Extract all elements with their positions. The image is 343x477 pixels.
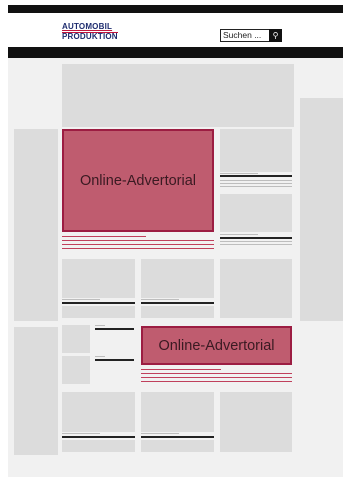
advertorial-primary-line	[62, 236, 146, 237]
teaser-line	[141, 299, 179, 300]
teaser-image	[220, 194, 292, 232]
teaser-image	[141, 259, 214, 298]
teaser-title-bar	[95, 359, 134, 361]
teaser-image	[62, 259, 135, 298]
teaser-title-bar	[95, 328, 134, 330]
teaser-title-bar	[220, 175, 292, 177]
advertorial-secondary-line	[141, 381, 292, 382]
teaser-image	[220, 392, 292, 452]
teaser-title-bar	[62, 302, 135, 304]
advertorial-secondary-line	[141, 369, 221, 370]
teaser-image	[141, 440, 214, 452]
teaser-line	[95, 325, 105, 326]
advertorial-secondary-line	[141, 377, 292, 378]
teaser-title-bar	[141, 436, 214, 438]
teaser-line	[141, 433, 179, 434]
left-skyscraper-placeholder	[14, 129, 58, 321]
teaser-line	[95, 356, 105, 357]
teaser-title-bar	[62, 436, 135, 438]
left-skyscraper-placeholder	[14, 327, 58, 455]
teaser-line	[220, 183, 292, 184]
advertorial-secondary[interactable]: Online-Advertorial	[141, 326, 292, 365]
teaser-title-bar	[141, 302, 214, 304]
teaser-line	[220, 186, 292, 187]
advertorial-primary-line	[62, 244, 214, 245]
teaser-line	[220, 241, 292, 242]
advertorial-primary-line	[62, 240, 214, 241]
advertorial-primary-label: Online-Advertorial	[79, 172, 197, 189]
teaser-line	[220, 180, 292, 181]
thumbnail-placeholder	[62, 325, 90, 353]
right-skyscraper-placeholder	[300, 98, 343, 321]
teaser-line	[62, 299, 100, 300]
teaser-image	[62, 306, 135, 318]
teaser-line	[220, 244, 292, 245]
teaser-image	[141, 306, 214, 318]
teaser-image	[62, 440, 135, 452]
teaser-line	[220, 173, 258, 174]
nav-bar	[8, 47, 343, 58]
search-icon[interactable]: ⚲	[269, 29, 282, 42]
search-box: Suchen ... ⚲	[220, 29, 282, 42]
header: AUTOMOBIL PRODUKTION Suchen ... ⚲	[8, 13, 343, 47]
teaser-image	[62, 392, 135, 432]
teaser-image	[141, 392, 214, 432]
advertorial-secondary-label: Online-Advertorial	[158, 337, 275, 354]
teaser-image	[220, 129, 292, 172]
logo-line-2: PRODUKTION	[62, 32, 118, 41]
advertorial-primary[interactable]: Online-Advertorial	[62, 129, 214, 232]
teaser-image	[220, 259, 292, 318]
top-bar	[8, 5, 343, 13]
teaser-line	[220, 234, 258, 235]
advertorial-secondary-line	[141, 373, 292, 374]
banner-placeholder	[62, 64, 294, 127]
search-input[interactable]: Suchen ...	[223, 30, 267, 41]
teaser-line	[62, 433, 100, 434]
logo-line-1: AUTOMOBIL	[62, 22, 113, 31]
thumbnail-placeholder	[62, 356, 90, 384]
page-wireframe: AUTOMOBIL PRODUKTION Suchen ... ⚲ Online…	[8, 5, 343, 477]
teaser-title-bar	[220, 237, 292, 239]
advertorial-primary-line	[62, 248, 214, 249]
site-logo[interactable]: AUTOMOBIL PRODUKTION	[62, 23, 136, 43]
